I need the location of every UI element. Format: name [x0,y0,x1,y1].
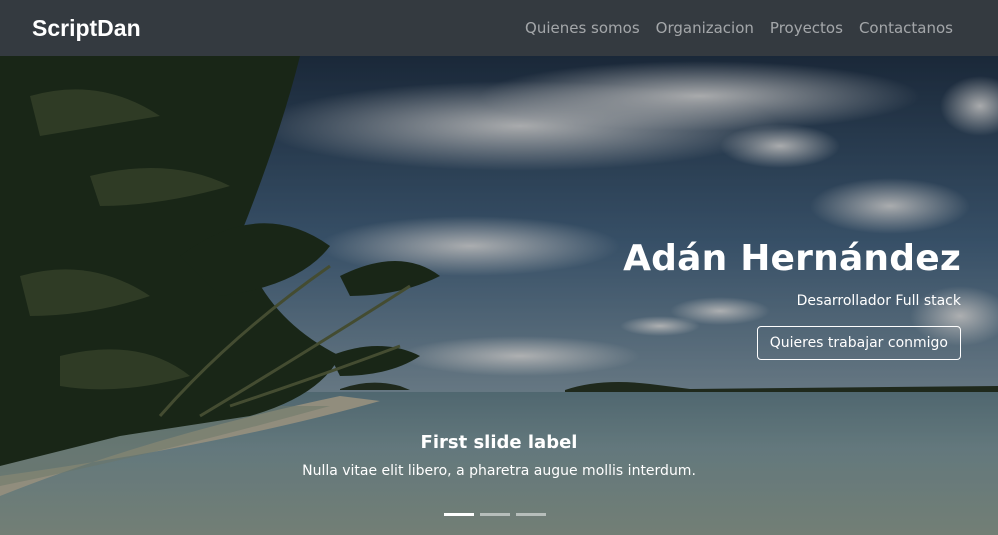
caption-title: First slide label [420,432,578,453]
navbar: ScriptDan Quienes somos Organizacion Pro… [0,0,998,56]
hero-intro: Adán Hernández Desarrollador Full stack … [623,238,961,360]
brand-logo[interactable]: ScriptDan [32,15,141,42]
hero-name: Adán Hernández [623,238,961,279]
nav-link-contactanos[interactable]: Contactanos [859,19,953,37]
hero-role: Desarrollador Full stack [796,293,961,309]
nav-links: Quienes somos Organizacion Proyectos Con… [525,19,953,37]
carousel-indicator-2[interactable] [480,513,510,516]
carousel-indicators [444,513,546,516]
carousel-caption: First slide label Nulla vitae elit liber… [0,432,998,479]
nav-link-proyectos[interactable]: Proyectos [770,19,843,37]
work-with-me-button[interactable]: Quieres trabajar conmigo [756,326,961,360]
hero-carousel[interactable]: Adán Hernández Desarrollador Full stack … [0,56,998,535]
nav-link-quienes-somos[interactable]: Quienes somos [525,19,640,37]
nav-link-organizacion[interactable]: Organizacion [656,19,754,37]
caption-text: Nulla vitae elit libero, a pharetra augu… [302,463,696,479]
carousel-indicator-3[interactable] [516,513,546,516]
carousel-indicator-1[interactable] [444,513,474,516]
